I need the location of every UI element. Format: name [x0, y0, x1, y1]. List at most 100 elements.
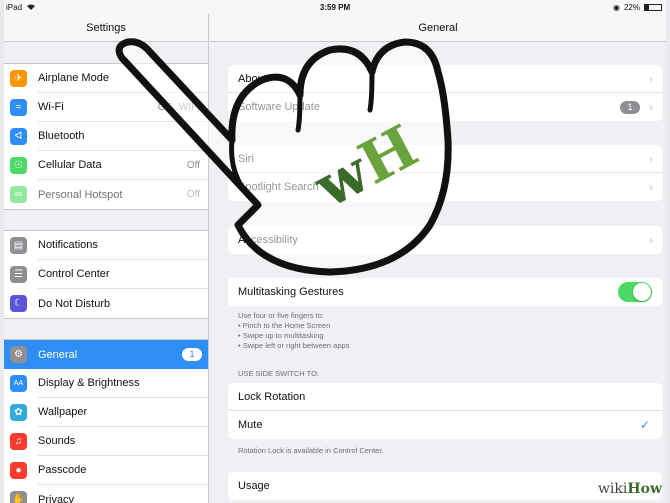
general-group-usage: Usage: [228, 472, 662, 500]
sidebar-item-airplane-mode[interactable]: ✈ Airplane Mode: [4, 64, 208, 93]
chevron-right-icon: ›: [649, 71, 653, 86]
side-switch-caption: Rotation Lock is available in Control Ce…: [238, 446, 384, 455]
hand-icon: ✋: [10, 491, 27, 503]
sidebar-item-label: Privacy: [38, 493, 75, 503]
sidebar-item-passcode[interactable]: ● Passcode: [4, 456, 208, 485]
sidebar-item-bluetooth[interactable]: ᐊ Bluetooth: [4, 122, 208, 151]
general-group-siri: Siri › Spotlight Search ›: [228, 145, 662, 201]
wikihow-watermark: wikiHow: [598, 481, 662, 497]
sidebar-item-notifications[interactable]: ▤ Notifications: [4, 231, 208, 260]
note-line: • Swipe left or right between apps: [238, 341, 350, 350]
general-group-accessibility: Accessibility ›: [228, 226, 662, 254]
lock-rotation-row[interactable]: Lock Rotation: [228, 383, 662, 411]
general-group-multitasking: Multitasking Gestures: [228, 278, 662, 306]
panel-title: General: [210, 14, 666, 42]
wifi-network-value: OT...WIFI: [157, 102, 200, 113]
row-label: Lock Rotation: [238, 390, 306, 403]
gear-icon: ⚙: [10, 346, 27, 363]
moon-icon: ☾: [10, 295, 27, 312]
sidebar-item-cellular-data[interactable]: ☉ Cellular Data Off: [4, 151, 208, 180]
status-time: 3:59 PM: [319, 2, 351, 12]
cellular-icon: ☉: [10, 157, 27, 174]
software-update-row[interactable]: Software Update 1 ›: [228, 93, 662, 121]
sidebar-item-label: Control Center: [38, 260, 208, 289]
sidebar-item-control-center[interactable]: ☰ Control Center: [4, 260, 208, 289]
watermark-prefix: wiki: [597, 481, 628, 497]
about-row[interactable]: About ›: [228, 65, 662, 93]
settings-sidebar: Settings ✈ Airplane Mode ≈ Wi-Fi OT...WI…: [4, 14, 209, 503]
sidebar-item-label: Bluetooth: [38, 122, 208, 151]
row-label: Spotlight Search: [238, 181, 319, 193]
sidebar-item-label: Sounds: [38, 427, 208, 456]
row-label: Mute: [238, 419, 263, 431]
sidebar-item-label: Airplane Mode: [38, 64, 208, 93]
sidebar-item-do-not-disturb[interactable]: ☾ Do Not Disturb: [4, 289, 208, 318]
chevron-right-icon: ›: [649, 100, 653, 114]
sidebar-item-sounds[interactable]: ♫ Sounds: [4, 427, 208, 456]
sidebar-item-privacy[interactable]: ✋ Privacy: [4, 485, 208, 503]
ipad-screen: iPad 3:59 PM ◉ 22% Settings ✈ Airplane M…: [4, 0, 666, 503]
lock-rotation-status-icon: ◉: [613, 2, 620, 12]
general-group-about: About › Software Update 1 ›: [228, 65, 662, 121]
sidebar-title: Settings: [4, 14, 208, 42]
general-group-side-switch: Lock Rotation Mute ✓: [228, 383, 662, 439]
control-center-icon: ☰: [10, 266, 27, 283]
hotspot-icon: ∞: [10, 186, 27, 203]
lock-icon: ●: [10, 462, 27, 479]
chevron-right-icon: ›: [649, 151, 653, 166]
multitasking-gestures-row: Multitasking Gestures: [228, 278, 662, 306]
note-line: • Pinch to the Home Screen: [238, 321, 331, 330]
sidebar-item-display-brightness[interactable]: AA Display & Brightness: [4, 369, 208, 398]
row-label: Usage: [238, 480, 270, 492]
software-update-badge: 1: [620, 100, 640, 114]
wallpaper-icon: ✿: [10, 404, 27, 421]
note-line: Use four or five fingers to:: [238, 311, 324, 320]
sidebar-item-label: Do Not Disturb: [38, 297, 111, 310]
sidebar-item-label: Personal Hotspot: [38, 188, 123, 201]
watermark-suffix: How: [627, 481, 662, 497]
checkmark-icon: ✓: [639, 418, 650, 432]
sidebar-item-personal-hotspot[interactable]: ∞ Personal Hotspot Off: [4, 180, 208, 209]
row-label: Software Update: [238, 101, 320, 113]
spotlight-search-row[interactable]: Spotlight Search ›: [228, 173, 662, 201]
chevron-right-icon: ›: [649, 233, 653, 247]
row-label: Siri: [238, 152, 254, 165]
sounds-icon: ♫: [10, 433, 27, 450]
battery-icon: [644, 3, 662, 11]
sidebar-group-notifications: ▤ Notifications ☰ Control Center ☾ Do No…: [4, 230, 208, 319]
sidebar-item-label: Cellular Data: [38, 151, 208, 180]
display-icon: AA: [10, 375, 27, 392]
row-label: About: [238, 72, 267, 85]
siri-row[interactable]: Siri ›: [228, 145, 662, 173]
mute-row[interactable]: Mute ✓: [228, 411, 662, 439]
sidebar-group-general: ⚙ General 1 AA Display & Brightness ✿ Wa…: [4, 339, 208, 503]
personal-hotspot-value: Off: [186, 189, 200, 200]
row-label: Multitasking Gestures: [238, 286, 344, 298]
side-switch-header: USE SIDE SWITCH TO:: [238, 369, 319, 378]
row-label: Accessibility: [238, 234, 298, 246]
accessibility-row[interactable]: Accessibility ›: [228, 226, 662, 254]
sidebar-item-label: Notifications: [38, 231, 208, 260]
note-line: • Swipe up to multitasking: [238, 331, 324, 340]
wifi-icon: ≈: [10, 99, 27, 116]
usage-row[interactable]: Usage: [228, 472, 662, 500]
notifications-icon: ▤: [10, 237, 27, 254]
status-bar: iPad 3:59 PM ◉ 22%: [4, 0, 666, 14]
general-panel: General About › Software Update 1 › Siri…: [210, 14, 666, 503]
sidebar-group-connectivity: ✈ Airplane Mode ≈ Wi-Fi OT...WIFI ᐊ Blue…: [4, 63, 208, 210]
airplane-icon: ✈: [10, 70, 27, 87]
cellular-data-value: Off: [186, 160, 200, 171]
battery-percent: 22%: [623, 2, 640, 12]
toggle-knob: [633, 283, 651, 301]
sidebar-item-general[interactable]: ⚙ General 1: [4, 340, 208, 369]
multitasking-gestures-toggle[interactable]: [618, 282, 652, 302]
general-badge: 1: [182, 348, 202, 361]
sidebar-item-label: Wallpaper: [38, 398, 208, 427]
chevron-right-icon: ›: [649, 180, 653, 194]
sidebar-item-label: Display & Brightness: [38, 369, 208, 398]
sidebar-item-wifi[interactable]: ≈ Wi-Fi OT...WIFI: [4, 93, 208, 122]
sidebar-item-label: Passcode: [38, 456, 208, 485]
multitasking-note: Use four or five fingers to: • Pinch to …: [238, 311, 349, 351]
sidebar-item-wallpaper[interactable]: ✿ Wallpaper: [4, 398, 208, 427]
bluetooth-icon: ᐊ: [10, 128, 27, 145]
